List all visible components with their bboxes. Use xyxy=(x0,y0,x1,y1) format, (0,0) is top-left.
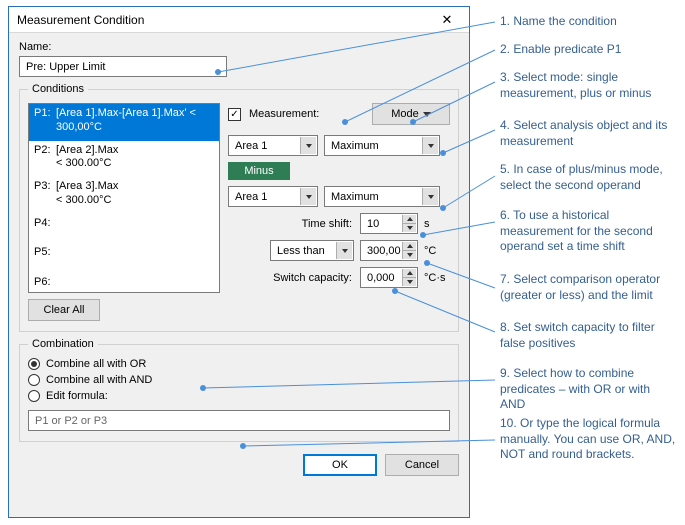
close-icon[interactable]: ✕ xyxy=(429,10,465,30)
chevron-down-icon xyxy=(306,195,312,199)
measurement-label: Measurement: xyxy=(249,108,319,120)
annotation: 5. In case of plus/minus mode, select th… xyxy=(500,162,678,193)
chevron-down-icon xyxy=(428,195,434,199)
cancel-button[interactable]: Cancel xyxy=(385,454,459,476)
edit-formula-radio[interactable]: Edit formula: xyxy=(28,390,450,402)
annotation: 9. Select how to combine predicates – wi… xyxy=(500,366,678,413)
switch-capacity-stepper[interactable]: 0,000 xyxy=(360,267,418,288)
annotation: 3. Select mode: single measurement, plus… xyxy=(500,70,678,101)
annotation: 8. Set switch capacity to filter false p… xyxy=(500,320,678,351)
ok-button[interactable]: OK xyxy=(303,454,377,476)
annotation: 1. Name the condition xyxy=(500,14,678,30)
operand1-object-select[interactable]: Area 1 xyxy=(228,135,318,156)
annotation: 6. To use a historical measurement for t… xyxy=(500,208,678,255)
annotation: 7. Select comparison operator (greater o… xyxy=(500,272,678,303)
time-shift-stepper[interactable]: 10 xyxy=(360,213,418,234)
operand2-measure-select[interactable]: Maximum xyxy=(324,186,440,207)
conditions-legend: Conditions xyxy=(28,83,88,95)
list-item[interactable]: P1:[Area 1].Max-[Area 1].Max' < 300,00°C xyxy=(29,104,219,141)
chevron-down-icon xyxy=(423,112,431,117)
measurement-checkbox[interactable]: ✓ xyxy=(228,108,241,121)
predicate-list[interactable]: P1:[Area 1].Max-[Area 1].Max' < 300,00°C… xyxy=(28,103,220,293)
name-input[interactable] xyxy=(19,56,227,77)
combine-or-radio[interactable]: Combine all with OR xyxy=(28,358,450,370)
operand2-object-select[interactable]: Area 1 xyxy=(228,186,318,207)
combination-group: Combination Combine all with OR Combine … xyxy=(19,338,459,442)
conditions-group: Conditions P1:[Area 1].Max-[Area 1].Max'… xyxy=(19,83,459,332)
time-shift-label: Time shift: xyxy=(228,218,354,230)
annotation: 10. Or type the logical formula manually… xyxy=(500,416,678,463)
switch-capacity-label: Switch capacity: xyxy=(228,272,354,284)
chevron-down-icon xyxy=(428,144,434,148)
list-item[interactable]: P2:[Area 2].Max < 300.00°C xyxy=(29,141,219,178)
annotation: 2. Enable predicate P1 xyxy=(500,42,678,58)
operation-mode-badge: Minus xyxy=(228,162,290,180)
annotation: 4. Select analysis object and its measur… xyxy=(500,118,678,149)
list-item[interactable]: P3:[Area 3].Max < 300.00°C xyxy=(29,177,219,214)
limit-stepper[interactable]: 300,00 xyxy=(360,240,418,261)
measurement-condition-dialog: Measurement Condition ✕ Name: Conditions… xyxy=(8,6,470,518)
name-label: Name: xyxy=(19,41,459,53)
operand1-measure-select[interactable]: Maximum xyxy=(324,135,440,156)
list-item[interactable]: P6: xyxy=(29,266,219,293)
titlebar: Measurement Condition ✕ xyxy=(9,7,469,33)
comparator-select[interactable]: Less than xyxy=(270,240,354,261)
formula-input[interactable] xyxy=(28,410,450,431)
chevron-down-icon xyxy=(342,249,348,253)
combination-legend: Combination xyxy=(28,338,98,350)
combine-and-radio[interactable]: Combine all with AND xyxy=(28,374,450,386)
chevron-down-icon xyxy=(306,144,312,148)
list-item[interactable]: P5: xyxy=(29,236,219,266)
clear-all-button[interactable]: Clear All xyxy=(28,299,100,321)
list-item[interactable]: P4: xyxy=(29,214,219,237)
dialog-title: Measurement Condition xyxy=(17,13,429,27)
